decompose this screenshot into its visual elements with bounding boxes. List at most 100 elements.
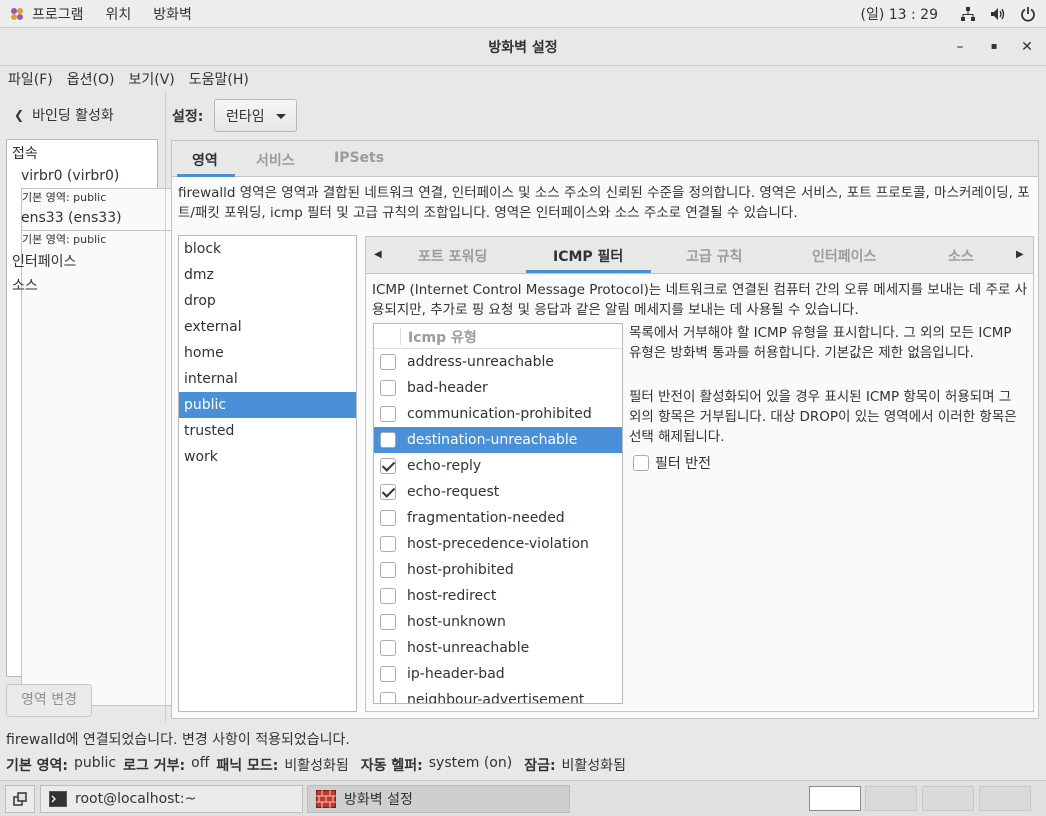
connection-ens33[interactable]: ens33 (ens33) — [21, 210, 122, 226]
power-icon[interactable] — [1020, 6, 1036, 22]
icmp-description: ICMP (Internet Control Message Protocol)… — [372, 282, 1028, 318]
icmp-row-host-unknown[interactable]: host-unknown — [374, 609, 622, 635]
icmp-row-fragmentation-needed[interactable]: fragmentation-needed — [374, 505, 622, 531]
icmp-row-neighbour-advertisement[interactable]: neighbour-advertisement — [374, 687, 622, 704]
scroll-right-icon[interactable]: ▶ — [1016, 249, 1024, 260]
workspace-2[interactable] — [865, 786, 917, 811]
icmp-row-echo-reply[interactable]: echo-reply — [374, 453, 622, 479]
interfaces-header[interactable]: 인터페이스 — [12, 251, 76, 271]
menu-applications[interactable]: 프로그램 — [32, 4, 102, 24]
scroll-left-icon[interactable]: ◀ — [374, 249, 382, 260]
close-icon[interactable]: ✕ — [1017, 37, 1037, 57]
menu-places[interactable]: 위치 — [106, 4, 150, 24]
activities-logo-icon[interactable] — [10, 7, 24, 21]
icmp-checkbox[interactable] — [380, 484, 396, 500]
icmp-checkbox[interactable] — [380, 666, 396, 682]
icmp-row-host-precedence-violation[interactable]: host-precedence-violation — [374, 531, 622, 557]
tab-services[interactable]: 서비스 — [256, 150, 295, 170]
zone-list[interactable]: block dmz drop external home internal pu… — [178, 235, 357, 712]
zone-item-external[interactable]: external — [179, 314, 356, 340]
terminal-icon — [49, 791, 67, 807]
auto-helper-label: 자동 헬퍼: — [360, 758, 423, 774]
config-combo[interactable]: 런타임 — [214, 99, 297, 132]
icmp-checkbox[interactable] — [380, 562, 396, 578]
icmp-checkbox[interactable] — [380, 406, 396, 422]
icmp-type-label: destination-unreachable — [407, 432, 578, 448]
workspace-1[interactable] — [809, 786, 861, 811]
invert-filter-checkbox[interactable]: 필터 반전 — [633, 453, 711, 473]
menu-firewall[interactable]: 방화벽 — [153, 4, 210, 24]
tab-icmp-filter[interactable]: ICMP 필터 — [553, 246, 623, 266]
zone-item-public[interactable]: public — [179, 392, 356, 418]
icmp-row-host-unreachable[interactable]: host-unreachable — [374, 635, 622, 661]
tab-zones[interactable]: 영역 — [192, 150, 218, 170]
icmp-row-address-unreachable[interactable]: address-unreachable — [374, 349, 622, 375]
icmp-checkbox[interactable] — [380, 640, 396, 656]
menu-options[interactable]: 옵션(O) — [67, 69, 115, 89]
connections-header[interactable]: 접속 — [12, 143, 38, 163]
auto-helper-value: system (on) — [428, 755, 513, 771]
icmp-checkbox[interactable] — [380, 614, 396, 630]
tab-interfaces[interactable]: 인터페이스 — [812, 246, 876, 266]
icmp-checkbox[interactable] — [380, 692, 396, 703]
menu-file[interactable]: 파일(F) — [8, 69, 53, 89]
zone-item-trusted[interactable]: trusted — [179, 418, 356, 444]
zone-item-work[interactable]: work — [179, 444, 356, 470]
connection-virbr0[interactable]: virbr0 (virbr0) — [21, 168, 119, 184]
sources-header[interactable]: 소스 — [12, 275, 38, 295]
zone-item-dmz[interactable]: dmz — [179, 262, 356, 288]
taskbar-item-firewall[interactable]: 방화벽 설정 — [307, 785, 570, 813]
icmp-type-label: neighbour-advertisement — [407, 692, 585, 704]
maximize-icon[interactable]: ▪ — [984, 37, 1004, 57]
minimize-icon[interactable]: – — [950, 37, 970, 57]
icmp-row-destination-unreachable[interactable]: destination-unreachable — [374, 427, 622, 453]
config-label: 설정: — [172, 109, 204, 125]
icmp-row-ip-header-bad[interactable]: ip-header-bad — [374, 661, 622, 687]
icmp-row-echo-request[interactable]: echo-request — [374, 479, 622, 505]
icmp-checkbox[interactable] — [380, 354, 396, 370]
top-bar: 프로그램 위치 방화벽 (일) 13 : 29 — [0, 0, 1046, 28]
icmp-type-label: address-unreachable — [407, 354, 554, 370]
taskbar-item-terminal[interactable]: root@localhost:~ — [40, 785, 303, 813]
bindings-tree[interactable]: 접속 virbr0 (virbr0) 기본 영역: public ens33 (… — [6, 139, 690, 706]
icmp-type-label: host-precedence-violation — [407, 536, 589, 552]
zone-item-home[interactable]: home — [179, 340, 356, 366]
active-subtab-indicator — [526, 270, 651, 273]
icmp-checkbox[interactable] — [380, 380, 396, 396]
workspace-4[interactable] — [979, 786, 1031, 811]
zone-item-internal[interactable]: internal — [179, 366, 356, 392]
volume-icon[interactable] — [990, 6, 1006, 22]
tab-ipsets[interactable]: IPSets — [334, 150, 384, 166]
network-icon[interactable] — [960, 6, 976, 22]
icmp-type-list[interactable]: Icmp 유형 address-unreachable bad-header com… — [373, 323, 623, 704]
icmp-checkbox[interactable] — [380, 536, 396, 552]
panic-mode-label: 패닉 모드: — [216, 758, 279, 774]
binding-expander[interactable]: ❮ 바인딩 활성화 — [14, 105, 114, 125]
change-zone-button[interactable]: 영역 변경 — [6, 684, 92, 717]
tab-port-forwarding[interactable]: 포트 포워딩 — [418, 246, 487, 266]
icmp-row-host-redirect[interactable]: host-redirect — [374, 583, 622, 609]
icmp-row-bad-header[interactable]: bad-header — [374, 375, 622, 401]
zone-item-drop[interactable]: drop — [179, 288, 356, 314]
icmp-checkbox[interactable] — [380, 510, 396, 526]
show-desktop-icon[interactable] — [5, 785, 35, 813]
workspace-3[interactable] — [922, 786, 974, 811]
tab-sources[interactable]: 소스 — [948, 246, 974, 266]
menu-help[interactable]: 도움말(H) — [189, 69, 249, 89]
icmp-checkbox[interactable] — [380, 588, 396, 604]
icmp-row-communication-prohibited[interactable]: communication-prohibited — [374, 401, 622, 427]
icmp-column-header[interactable]: Icmp 유형 — [408, 327, 477, 347]
invert-checkbox-box[interactable] — [633, 455, 649, 471]
menu-view[interactable]: 보기(V) — [128, 69, 174, 89]
icmp-checkbox[interactable] — [380, 432, 396, 448]
tab-rich-rules[interactable]: 고급 규칙 — [686, 246, 742, 266]
icmp-checkbox[interactable] — [380, 458, 396, 474]
clock[interactable]: (일) 13 : 29 — [860, 4, 938, 24]
icmp-type-label: fragmentation-needed — [407, 510, 565, 526]
zone-settings-notebook: ◀ 포트 포워딩 ICMP 필터 고급 규칙 인터페이스 소스 ▶ ICMP (… — [365, 236, 1034, 712]
icmp-type-label: host-prohibited — [407, 562, 514, 578]
icmp-row-host-prohibited[interactable]: host-prohibited — [374, 557, 622, 583]
window-titlebar: 방화벽 설정 – ▪ ✕ — [0, 28, 1046, 66]
zone-item-block[interactable]: block — [179, 236, 356, 262]
pane-divider[interactable] — [165, 92, 166, 722]
